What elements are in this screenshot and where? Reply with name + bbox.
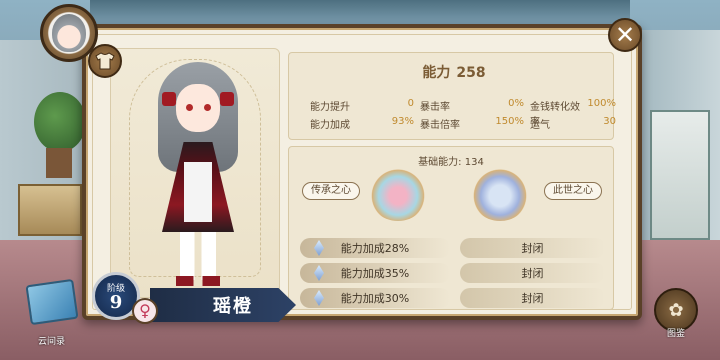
stat-item: 运气 30 xyxy=(530,116,616,131)
cabinet xyxy=(18,184,82,236)
scroll-button[interactable] xyxy=(25,278,79,326)
base-ability-panel xyxy=(288,146,614,310)
present-heart-label: 此世之心 xyxy=(544,182,602,200)
scroll-icon xyxy=(28,281,77,323)
eye-left xyxy=(186,104,193,111)
shelf xyxy=(650,110,710,240)
sealed-slot-3[interactable]: 封闭 xyxy=(460,288,605,308)
character-legs xyxy=(180,232,216,280)
character-apron xyxy=(184,162,212,222)
hair-bow-left xyxy=(162,92,176,106)
character-shoes xyxy=(176,276,220,286)
eye-right xyxy=(204,104,211,111)
atlas-icon: ✿ xyxy=(668,299,684,321)
shirt-icon xyxy=(95,52,115,70)
sealed-slot-2[interactable]: 封闭 xyxy=(460,263,605,283)
scroll-label: 云间录 xyxy=(38,337,66,347)
sealed-slot-1[interactable]: 封闭 xyxy=(460,238,605,258)
outfit-button[interactable] xyxy=(88,44,122,78)
character-sprite xyxy=(148,62,248,292)
base-ability-label: 基础能力: 134 xyxy=(418,157,484,168)
stat-item: 能力加成 93% xyxy=(310,116,414,131)
close-button[interactable]: ✕ xyxy=(608,18,642,52)
stat-row-2: 能力加成 93% 暴击倍率 150% 运气 30 xyxy=(310,116,622,131)
inheritance-heart-label: 传承之心 xyxy=(302,182,360,200)
power-label: 能力 xyxy=(422,65,451,81)
close-icon: ✕ xyxy=(614,21,636,49)
power-value: 258 xyxy=(456,65,486,81)
character-name: 瑶橙 xyxy=(150,288,296,322)
plant xyxy=(34,92,86,152)
avatar-face xyxy=(52,14,86,52)
character-face xyxy=(176,84,220,132)
ceiling xyxy=(90,0,630,26)
power-total: 能力 258 xyxy=(288,62,614,82)
inheritance-heart-icon[interactable] xyxy=(368,165,428,221)
present-heart-icon[interactable] xyxy=(470,165,530,221)
atlas-label: 图鉴 xyxy=(667,329,686,339)
female-icon: ♀ xyxy=(132,298,158,324)
stat-item: 暴击倍率 150% xyxy=(420,116,524,131)
plant-pot xyxy=(46,148,72,178)
hair-bow-right xyxy=(220,92,234,106)
